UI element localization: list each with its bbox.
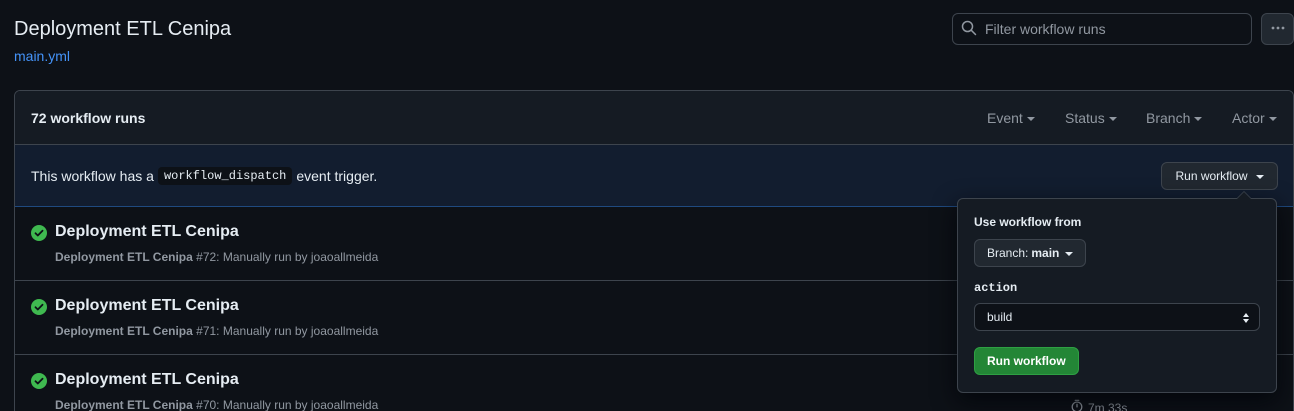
action-select[interactable]: build (974, 303, 1260, 331)
search-input[interactable] (985, 21, 1235, 37)
run-title[interactable]: Deployment ETL Cenipa (55, 297, 239, 315)
run-duration-value: 7m 33s (1088, 400, 1128, 411)
kebab-horizontal-icon (1270, 20, 1286, 39)
run-title[interactable]: Deployment ETL Cenipa (55, 223, 239, 241)
run-workflow-name: Deployment ETL Cenipa (55, 324, 193, 338)
run-workflow-name: Deployment ETL Cenipa (55, 250, 193, 264)
caret-down-icon (1026, 117, 1035, 121)
filter-actor[interactable]: Actor (1232, 110, 1277, 126)
caret-down-icon (1108, 117, 1117, 121)
filter-actor-label: Actor (1232, 110, 1265, 126)
action-select-value: build (987, 310, 1013, 324)
run-workflow-submit-button[interactable]: Run workflow (974, 347, 1079, 375)
run-workflow-popover: Use workflow from Branch: main action bu… (957, 191, 1277, 393)
branch-value: main (1031, 246, 1060, 260)
filter-branch[interactable]: Branch (1146, 110, 1203, 126)
more-options-button[interactable] (1261, 13, 1294, 45)
select-arrows-icon (1241, 310, 1251, 329)
branch-prefix: Branch: (987, 246, 1029, 260)
page-title: Deployment ETL Cenipa (14, 18, 232, 40)
filter-event-label: Event (987, 110, 1023, 126)
check-circle-icon (31, 373, 47, 389)
caret-down-icon (1194, 117, 1203, 121)
dispatch-code: workflow_dispatch (157, 166, 293, 185)
run-detail: #71: Manually run by joaoallmeida (196, 324, 379, 338)
run-meta: Deployment ETL Cenipa #71: Manually run … (55, 324, 378, 338)
caret-down-icon (1255, 175, 1264, 179)
runs-header: 72 workflow runs Event Status Branch Act… (15, 91, 1293, 145)
stopwatch-icon (1070, 399, 1088, 411)
run-detail: #70: Manually run by joaoallmeida (196, 398, 379, 411)
caret-down-icon (1065, 252, 1074, 256)
check-circle-icon (31, 225, 47, 241)
check-circle-icon (31, 299, 47, 315)
dispatch-text-after: event trigger. (296, 167, 378, 184)
run-workflow-toggle-button[interactable]: Run workflow (1161, 162, 1278, 190)
run-detail: #72: Manually run by joaoallmeida (196, 250, 379, 264)
run-meta: Deployment ETL Cenipa #70: Manually run … (55, 398, 378, 411)
workflow-file-link[interactable]: main.yml (14, 48, 70, 64)
action-input-label: action (974, 281, 1018, 295)
search-box[interactable] (952, 13, 1252, 45)
run-workflow-toggle-label: Run workflow (1175, 169, 1248, 183)
caret-down-icon (1268, 117, 1277, 121)
run-title[interactable]: Deployment ETL Cenipa (55, 371, 239, 389)
use-workflow-from-label: Use workflow from (974, 215, 1082, 229)
run-duration: 7m 33s (1070, 399, 1127, 411)
filter-branch-label: Branch (1146, 110, 1191, 126)
dispatch-text-before: This workflow has a (31, 167, 154, 184)
run-workflow-name: Deployment ETL Cenipa (55, 398, 193, 411)
run-count: 72 workflow runs (31, 109, 146, 126)
run-meta: Deployment ETL Cenipa #72: Manually run … (55, 250, 378, 264)
branch-select-button[interactable]: Branch: main (974, 239, 1087, 267)
filter-status-label: Status (1065, 110, 1105, 126)
filter-status[interactable]: Status (1065, 110, 1117, 126)
filter-event[interactable]: Event (987, 110, 1035, 126)
search-icon (961, 20, 977, 39)
